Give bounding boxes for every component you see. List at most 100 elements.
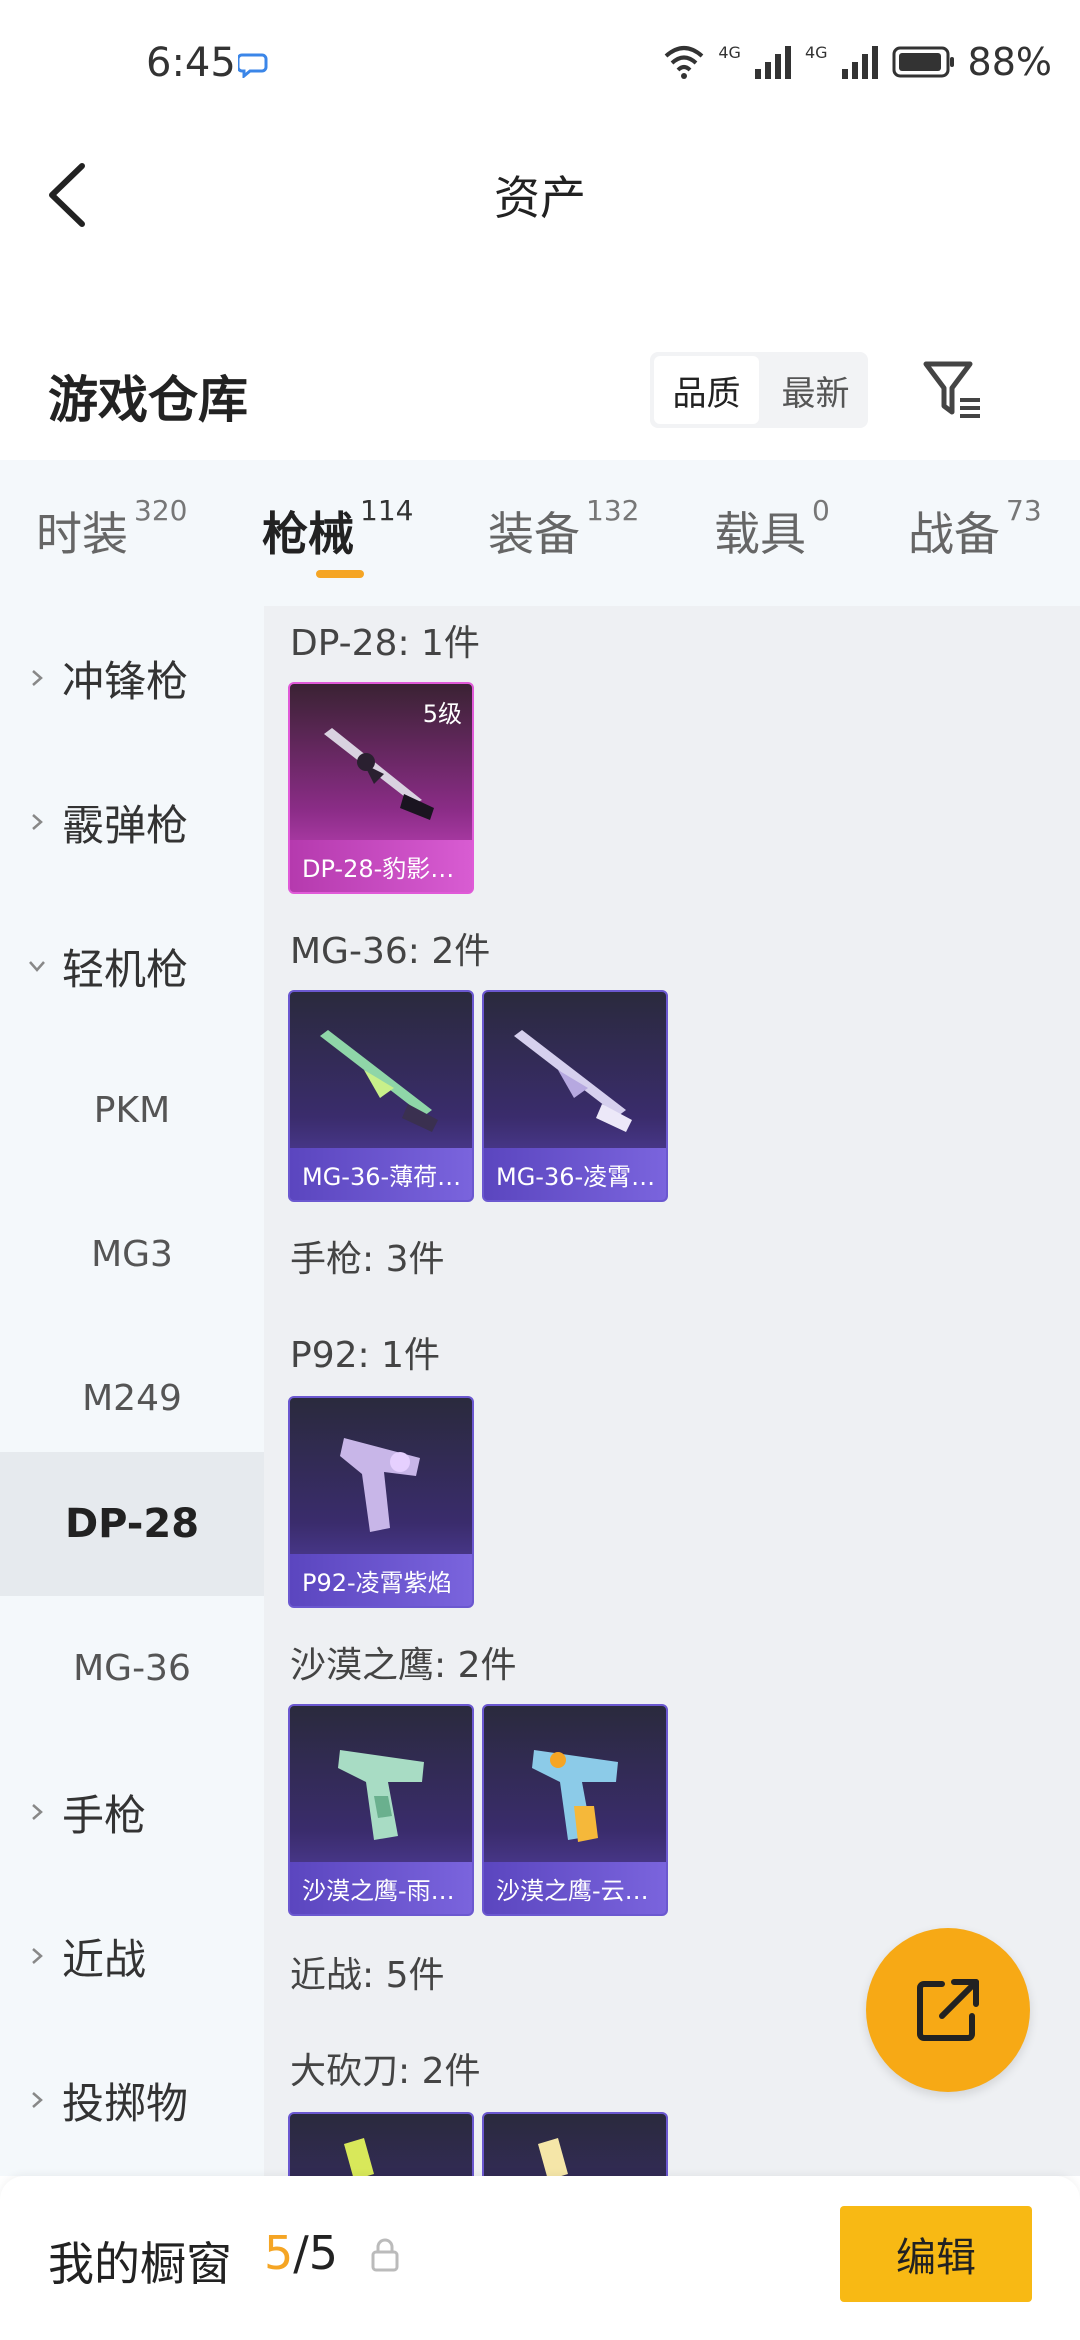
item-name: MG-36-凌霄…	[484, 1148, 666, 1200]
tab-label: 战备	[908, 507, 1000, 561]
tab-vehicles[interactable]: 载具 0	[714, 494, 830, 564]
edit-button[interactable]: 编辑	[840, 2206, 1032, 2302]
group-title-pistol: 手枪: 3件	[290, 1239, 445, 1280]
app-header: 资产	[0, 140, 1080, 250]
group-title-machete: 大砍刀: 2件	[290, 2051, 481, 2092]
status-time: 6:45	[146, 40, 236, 86]
wifi-icon	[665, 46, 704, 79]
sidebar-item-label: 霰弹枪	[62, 800, 189, 850]
pistol-skin-image	[340, 1438, 420, 1532]
tab-count: 0	[812, 494, 830, 527]
sort-quality-button[interactable]: 品质	[654, 356, 759, 424]
chevron-right-icon	[32, 1804, 43, 1820]
share-fab-button[interactable]	[866, 1928, 1030, 2092]
chevron-right-icon	[32, 814, 43, 830]
filter-icon[interactable]	[920, 356, 984, 424]
network-label-1: 4G	[718, 42, 741, 62]
chat-bubble-icon	[238, 53, 268, 78]
pistol-skin-image	[532, 1750, 618, 1842]
pistol-skin-image	[338, 1750, 424, 1840]
active-tab-indicator	[316, 570, 364, 578]
tab-count: 320	[134, 494, 188, 527]
item-name: P92-凌霄紫焰	[290, 1554, 472, 1606]
sidebar-subitem-m249[interactable]: M249	[0, 1326, 264, 1470]
item-name: 沙漠之鹰-雨…	[290, 1862, 472, 1914]
sidebar-item-label: MG3	[91, 1233, 173, 1275]
sidebar-item-label: 近战	[62, 1934, 147, 1984]
showcase-current: 5	[264, 2226, 294, 2280]
chevron-down-icon	[29, 961, 45, 972]
showcase-count: 5/5	[264, 2226, 338, 2280]
item-card[interactable]	[288, 2112, 474, 2176]
melee-skin-image	[538, 2138, 568, 2176]
item-name: MG-36-薄荷…	[290, 1148, 472, 1200]
sidebar-item-label: 手枪	[62, 1790, 147, 1840]
tab-label: 装备	[488, 507, 580, 561]
item-name: 沙漠之鹰-云…	[484, 1862, 666, 1914]
tab-count: 114	[360, 494, 414, 527]
showcase-total: /5	[293, 2226, 339, 2280]
sidebar-item-shotgun[interactable]: 霰弹枪	[0, 750, 264, 894]
sidebar-item-melee[interactable]: 近战	[0, 1884, 264, 2028]
lmg-skin-image	[320, 1030, 438, 1132]
chevron-right-icon	[32, 1948, 43, 1964]
item-card[interactable]: 沙漠之鹰-云…	[482, 1704, 668, 1916]
sidebar-subitem-mg36[interactable]: MG-36	[0, 1596, 264, 1740]
network-label-2: 4G	[804, 42, 828, 62]
tab-label: 枪械	[262, 507, 354, 561]
lmg-skin-image	[514, 1030, 632, 1132]
group-title-melee: 近战: 5件	[290, 1955, 445, 1996]
warehouse-row: 游戏仓库 品质 最新	[0, 340, 1080, 460]
sidebar-item-label: 轻机枪	[62, 944, 189, 994]
category-tabs: 时装 320 枪械 114 装备 132 载具 0 战备 73	[0, 460, 1080, 606]
item-card[interactable]: MG-36-薄荷…	[288, 990, 474, 1202]
item-card[interactable]: 5级 DP-28-豹影…	[288, 682, 474, 894]
sidebar-item-label: DP-28	[64, 1501, 200, 1547]
item-card[interactable]: 沙漠之鹰-雨…	[288, 1704, 474, 1916]
sidebar-item-throwable[interactable]: 投掷物	[0, 2028, 264, 2172]
sort-newest-button[interactable]: 最新	[763, 352, 868, 428]
showcase-title: 我的橱窗	[48, 2237, 232, 2291]
item-name: DP-28-豹影…	[290, 840, 472, 892]
battery-percent: 88%	[967, 40, 1052, 84]
battery-icon	[892, 46, 954, 78]
tab-count: 132	[586, 494, 640, 527]
sidebar-item-label: M249	[82, 1377, 182, 1419]
sidebar-item-pistol[interactable]: 手枪	[0, 1740, 264, 1884]
tab-count: 73	[1006, 494, 1042, 527]
sidebar-subitem-mg3[interactable]: MG3	[0, 1182, 264, 1326]
sidebar-item-label: 投掷物	[62, 2078, 189, 2128]
sidebar-subitem-dp28[interactable]: DP-28	[0, 1452, 264, 1596]
status-right: 4G 4G 88%	[662, 40, 1052, 84]
tab-equipment[interactable]: 装备 132	[488, 494, 639, 564]
signal-icon	[754, 46, 791, 79]
warehouse-title: 游戏仓库	[48, 371, 248, 429]
lmg-skin-image	[324, 728, 434, 820]
chevron-right-icon	[32, 2092, 43, 2108]
tab-fashion[interactable]: 时装 320	[36, 494, 187, 564]
item-card[interactable]: P92-凌霄紫焰	[288, 1396, 474, 1608]
sidebar-item-label: MG-36	[73, 1647, 191, 1689]
group-title-deagle: 沙漠之鹰: 2件	[290, 1645, 517, 1686]
group-title-dp28: DP-28: 1件	[290, 623, 480, 664]
tab-label: 载具	[714, 507, 806, 561]
sidebar-item-smg[interactable]: 冲锋枪	[0, 606, 264, 750]
status-bar: 6:45 4G 4G 88%	[0, 0, 1080, 130]
melee-skin-image	[344, 2138, 374, 2176]
page-title: 资产	[494, 171, 586, 225]
share-icon	[917, 1979, 979, 2041]
chevron-right-icon	[32, 670, 43, 686]
lock-icon	[371, 2238, 399, 2272]
sidebar-item-lmg[interactable]: 轻机枪	[0, 894, 264, 1038]
sidebar-item-label: 冲锋枪	[62, 656, 189, 706]
item-card[interactable]	[482, 2112, 668, 2176]
group-title-mg36: MG-36: 2件	[290, 931, 491, 972]
sort-toggle: 品质 最新	[650, 352, 868, 428]
tab-supplies[interactable]: 战备 73	[908, 494, 1042, 564]
tab-firearms[interactable]: 枪械 114	[262, 494, 413, 564]
sidebar-subitem-pkm[interactable]: PKM	[0, 1038, 264, 1182]
tab-label: 时装	[36, 507, 128, 561]
sidebar-item-label: PKM	[93, 1089, 171, 1131]
item-card[interactable]: MG-36-凌霄…	[482, 990, 668, 1202]
signal-icon-2	[841, 46, 878, 79]
